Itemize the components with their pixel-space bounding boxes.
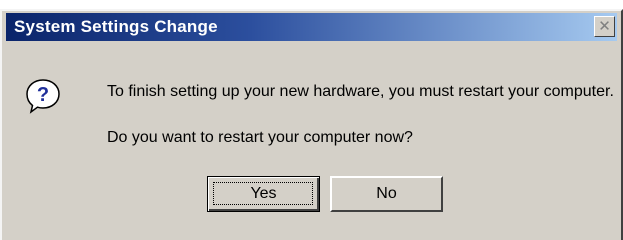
focus-rectangle	[213, 182, 313, 205]
message-line-1: To finish setting up your new hardware, …	[107, 83, 614, 100]
system-settings-dialog: System Settings Change ✕ ? To finish set…	[0, 9, 623, 240]
no-button-label: No	[376, 185, 397, 202]
close-button[interactable]: ✕	[594, 16, 615, 37]
close-icon: ✕	[598, 18, 611, 35]
title-bar[interactable]: System Settings Change ✕	[6, 13, 617, 41]
window-title: System Settings Change	[14, 17, 218, 36]
yes-button[interactable]: Yes	[207, 176, 320, 212]
svg-text:?: ?	[37, 84, 49, 106]
message-line-2: Do you want to restart your computer now…	[107, 129, 413, 146]
no-button[interactable]: No	[330, 176, 443, 212]
question-icon: ?	[26, 79, 60, 114]
